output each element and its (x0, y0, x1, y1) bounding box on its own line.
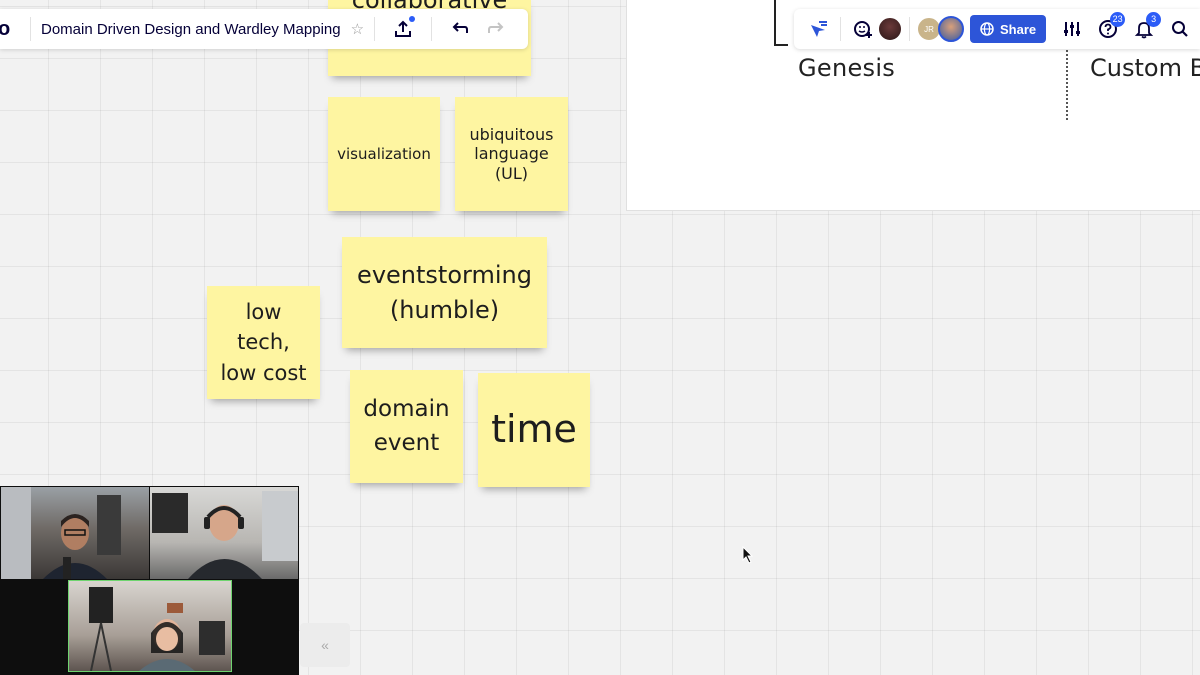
sticky-text: event (373, 429, 440, 456)
upload-icon (395, 20, 412, 37)
video-call-panel[interactable] (0, 486, 299, 675)
share-label: Share (1000, 21, 1037, 37)
undo-button[interactable] (442, 11, 478, 47)
notifications-count-badge: 3 (1146, 12, 1162, 27)
video-tile-participant-3[interactable] (68, 580, 232, 672)
redo-icon (488, 22, 504, 33)
sticky-text: eventstorming (357, 260, 532, 289)
star-icon[interactable]: ☆ (351, 20, 364, 38)
emoji-add-icon (854, 21, 872, 38)
sticky-note-ubiquitous-language[interactable]: ubiquitous language (UL) (455, 97, 568, 211)
share-button[interactable]: Share (970, 15, 1047, 43)
sticky-note-visualization[interactable]: visualization (328, 97, 440, 211)
cursor-follow-icon (811, 21, 827, 37)
follow-button[interactable] (800, 11, 836, 47)
search-button[interactable] (1162, 11, 1198, 47)
search-icon (1172, 21, 1188, 37)
board-toolbar: o Domain Driven Design and Wardley Mappi… (0, 9, 528, 49)
undo-icon (452, 22, 469, 33)
export-button[interactable] (385, 11, 421, 47)
collaboration-toolbar: JR Share 23 3 (794, 9, 1200, 49)
avatar[interactable] (938, 16, 964, 42)
toolbar-divider (909, 17, 910, 41)
sticky-text: low cost (220, 360, 307, 385)
redo-button[interactable] (478, 11, 514, 47)
globe-icon (980, 22, 994, 36)
settings-button[interactable] (1054, 11, 1090, 47)
participant-video (152, 491, 298, 579)
sticky-text: domain (363, 396, 450, 423)
participant-video (89, 587, 225, 671)
sticky-note-eventstorming[interactable]: eventstorming (humble) (342, 237, 547, 348)
participant-video (1, 487, 121, 579)
toolbar-divider (431, 17, 433, 41)
sticky-note-domain-event[interactable]: domain event (350, 370, 463, 483)
sticky-text: language (474, 144, 549, 164)
video-tile-participant-1[interactable] (1, 487, 149, 579)
collapse-panel-button[interactable]: « (300, 623, 350, 667)
sticky-text: time (491, 407, 577, 452)
stage-label-genesis: Genesis (798, 54, 896, 82)
help-button[interactable]: 23 (1090, 11, 1126, 47)
stage-divider (1066, 50, 1068, 120)
toolbar-divider (374, 17, 376, 41)
video-tile-participant-2[interactable] (150, 487, 298, 579)
mouse-cursor-icon (742, 546, 754, 564)
notification-dot (409, 16, 416, 22)
reactions-button[interactable] (845, 11, 881, 47)
sticky-text: (UL) (494, 163, 529, 183)
stage-label-custom: Custom B (1090, 54, 1200, 82)
sliders-icon (1064, 22, 1081, 36)
help-count-badge: 23 (1110, 12, 1126, 27)
sticky-note-low-tech[interactable]: low tech, low cost (207, 286, 320, 399)
sticky-text: visualization (337, 145, 431, 163)
app-logo[interactable]: o (0, 18, 20, 41)
toolbar-divider (840, 17, 841, 41)
toolbar-divider (30, 17, 31, 41)
sticky-text: (humble) (389, 295, 500, 324)
sticky-text: ubiquitous (469, 125, 554, 145)
sticky-text: low (245, 299, 282, 324)
sticky-note-time[interactable]: time (478, 373, 590, 487)
notifications-button[interactable]: 3 (1126, 11, 1162, 47)
board-title[interactable]: Domain Driven Design and Wardley Mapping (41, 21, 341, 38)
map-axis-corner (774, 0, 788, 46)
sticky-text: tech, (237, 330, 290, 355)
